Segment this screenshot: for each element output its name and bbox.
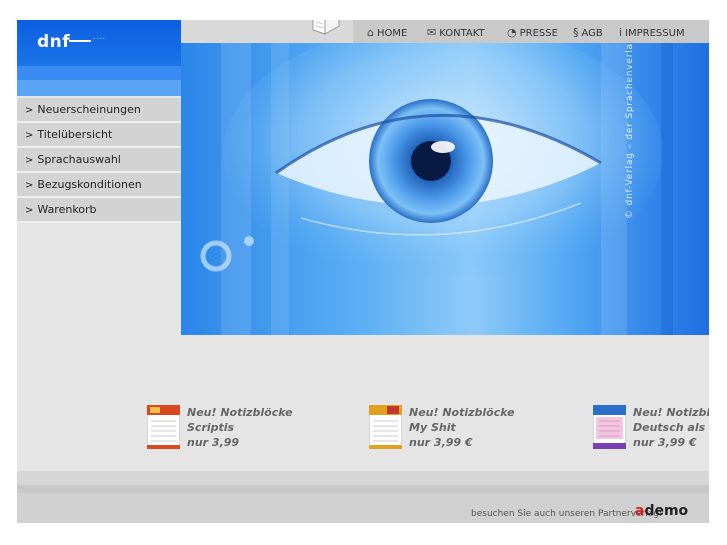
page-container: dnf ···· > Neuerscheinungen > Titelübersic… bbox=[17, 20, 709, 523]
footer-band bbox=[17, 471, 709, 485]
sidebar-item-label: Bezugskonditionen bbox=[37, 178, 142, 191]
product-price: nur 3,99 bbox=[187, 436, 240, 449]
speech-bubble-icon: ◔ bbox=[507, 26, 517, 39]
nav-kontakt[interactable]: ✉ KONTAKT bbox=[427, 20, 485, 43]
nav-agb[interactable]: § AGB bbox=[573, 20, 603, 43]
nav-impressum[interactable]: i IMPRESSUM bbox=[619, 20, 685, 43]
product-price: nur 3,99 € bbox=[409, 436, 473, 449]
sidebar-item-sprachauswahl[interactable]: > Sprachauswahl bbox=[17, 148, 181, 173]
notepad-thumbnail-icon bbox=[593, 405, 626, 449]
nav-label: IMPRESSUM bbox=[625, 28, 685, 39]
nav-label: HOME bbox=[376, 28, 408, 39]
chevron-right-icon: > bbox=[25, 205, 34, 216]
sidebar-item-label: Neuerscheinungen bbox=[37, 103, 141, 116]
product-headline: Neu! Notizblöcke bbox=[187, 406, 293, 419]
sidebar-item-warenkorb[interactable]: > Warenkorb bbox=[17, 198, 181, 223]
logo-line bbox=[69, 40, 91, 42]
sidebar-item-neuerscheinungen[interactable]: > Neuerscheinungen bbox=[17, 98, 181, 123]
product-headline: Neu! Notizblöcke bbox=[409, 406, 515, 419]
partner-logo-text: demo bbox=[644, 503, 689, 519]
nav-presse[interactable]: ◔ PRESSE bbox=[507, 20, 558, 43]
footer-partner-text: besuchen Sie auch unseren Partnerverlag: bbox=[471, 509, 663, 519]
sidebar-item-label: Sprachauswahl bbox=[37, 153, 121, 166]
chevron-right-icon: > bbox=[25, 105, 34, 116]
envelope-icon: ✉ bbox=[427, 26, 437, 39]
top-bar: ⌂ HOME ✉ KONTAKT ◔ PRESSE § AGB i IMPRESSUM bbox=[181, 20, 709, 43]
paragraph-icon: § bbox=[573, 26, 579, 39]
product-title: Deutsch als F bbox=[633, 421, 709, 434]
open-book-icon bbox=[312, 20, 340, 35]
chevron-right-icon: > bbox=[25, 180, 34, 191]
hero-eye-image: © dnf-Verlag – der Sprachenverlag bbox=[181, 43, 709, 335]
product-headline: Neu! Notizblo bbox=[633, 406, 709, 419]
nav-label: PRESSE bbox=[519, 28, 558, 39]
logo-text: dnf bbox=[37, 32, 71, 52]
info-icon: i bbox=[619, 26, 623, 39]
notepad-thumbnail-icon bbox=[369, 405, 402, 449]
nav-label: AGB bbox=[581, 28, 603, 39]
product-title: My Shit bbox=[409, 421, 456, 434]
chevron-right-icon: > bbox=[25, 155, 34, 166]
notepad-thumbnail-icon bbox=[147, 405, 180, 449]
sidebar-item-label: Titelübersicht bbox=[37, 128, 113, 141]
nav-label: KONTAKT bbox=[439, 28, 485, 39]
product-title: Scriptis bbox=[187, 421, 235, 434]
logo-area[interactable]: dnf ···· bbox=[17, 20, 181, 96]
logo-stripe bbox=[17, 80, 181, 96]
sidebar-nav: > Neuerscheinungen > Titelübersicht > Sprac… bbox=[17, 98, 181, 223]
logo-stripe bbox=[17, 66, 181, 80]
logo-dots: ···· bbox=[93, 35, 106, 43]
chevron-right-icon: > bbox=[25, 130, 34, 141]
product-price: nur 3,99 € bbox=[633, 436, 697, 449]
partner-logo-link[interactable]: ademo bbox=[635, 503, 688, 519]
sidebar-item-titeluebersicht[interactable]: > Titelübersicht bbox=[17, 123, 181, 148]
footer-band bbox=[17, 485, 709, 493]
nav-home[interactable]: ⌂ HOME bbox=[367, 20, 407, 43]
hero-credit-text: © dnf-Verlag – der Sprachenverlag bbox=[625, 43, 635, 219]
sidebar-item-bezugskonditionen[interactable]: > Bezugskonditionen bbox=[17, 173, 181, 198]
house-icon: ⌂ bbox=[367, 26, 374, 39]
sidebar-item-label: Warenkorb bbox=[37, 203, 97, 216]
main-nav: ⌂ HOME ✉ KONTAKT ◔ PRESSE § AGB i IMPRESSUM bbox=[353, 20, 709, 43]
